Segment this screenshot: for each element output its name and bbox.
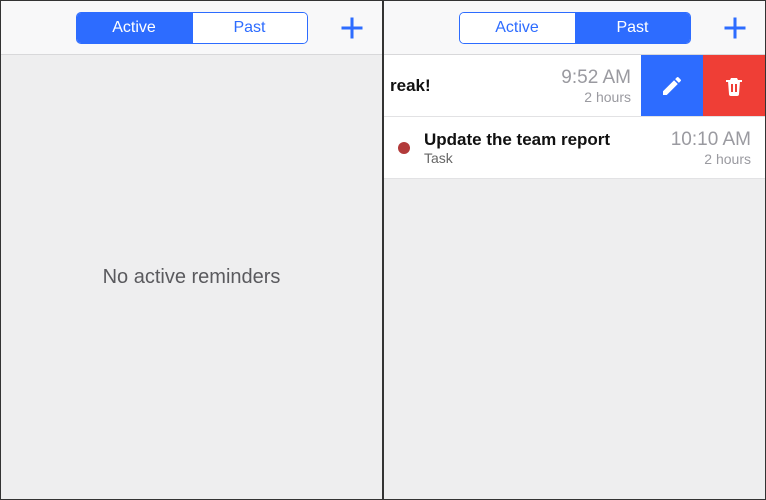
list-item-swiped[interactable]: reak! 9:52 AM 2 hours [384,55,765,117]
tab-active[interactable]: Active [460,13,575,43]
plus-icon [338,14,366,42]
list-item-content: reak! 9:52 AM 2 hours [384,55,641,116]
pencil-icon [660,74,684,98]
reminder-subtitle: Task [424,150,661,166]
pane-active-view: Active Past No active reminders [0,0,383,500]
reminder-time: 9:52 AM [561,67,631,89]
tab-active[interactable]: Active [77,13,192,43]
list-item-content: Update the team report Task 10:10 AM 2 h… [384,117,765,178]
tab-past[interactable]: Past [192,13,307,43]
body-right: reak! 9:52 AM 2 hours [384,55,765,499]
list-item[interactable]: Update the team report Task 10:10 AM 2 h… [384,117,765,179]
plus-icon [721,14,749,42]
reminder-duration: 2 hours [561,89,631,105]
header-left: Active Past [1,1,382,55]
text-column: Update the team report Task [424,130,661,166]
reminder-time: 10:10 AM [671,129,751,151]
tab-past[interactable]: Past [575,13,690,43]
segmented-control: Active Past [76,12,308,44]
body-left: No active reminders [1,55,382,499]
reminder-title-fragment: reak! [390,76,431,96]
status-dot [398,142,410,154]
header-right: Active Past [384,1,765,55]
time-column: 9:52 AM 2 hours [551,67,631,105]
add-button[interactable] [721,1,749,55]
time-column: 10:10 AM 2 hours [661,129,751,167]
reminder-title: Update the team report [424,130,661,150]
add-button[interactable] [338,1,366,55]
reminder-list: reak! 9:52 AM 2 hours [384,55,765,179]
delete-button[interactable] [703,55,765,116]
empty-state-text: No active reminders [1,55,382,499]
edit-button[interactable] [641,55,703,116]
trash-icon [722,74,746,98]
segmented-control: Active Past [459,12,691,44]
pane-past-view: Active Past reak! 9:52 AM 2 hours [383,0,766,500]
reminder-duration: 2 hours [671,151,751,167]
